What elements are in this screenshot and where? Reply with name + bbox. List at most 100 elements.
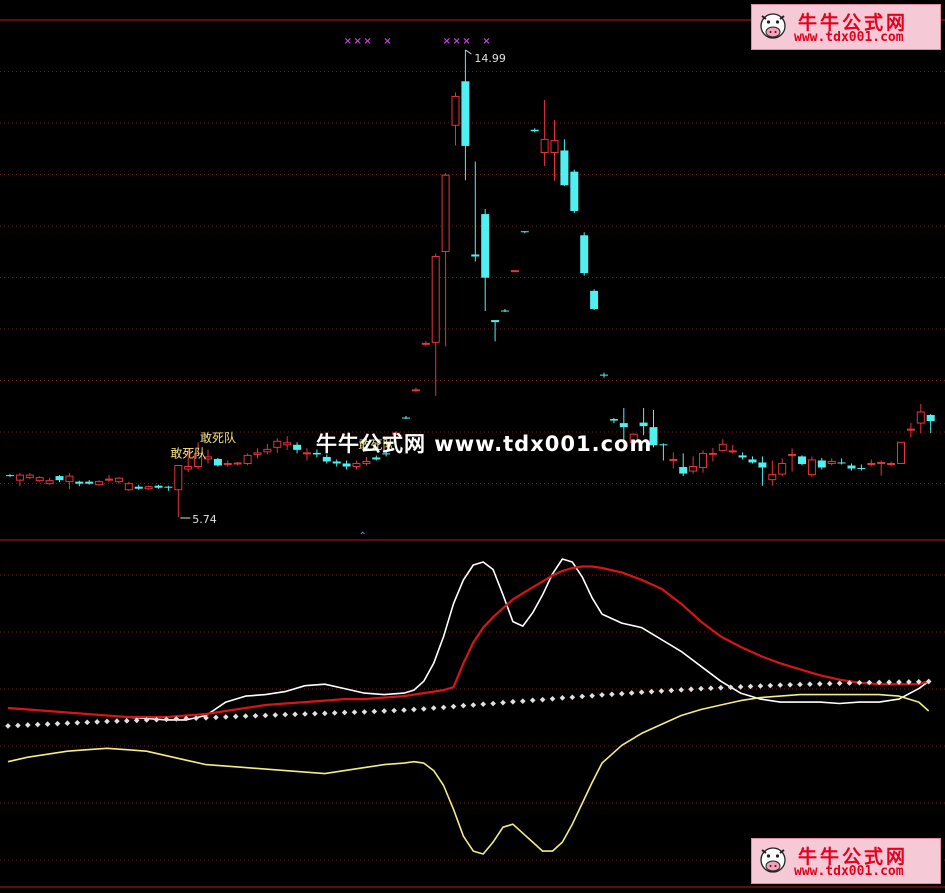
indicator-dot <box>351 709 358 716</box>
high-price-label: 14.99 <box>474 52 506 65</box>
candle-body <box>243 454 252 464</box>
candle-body <box>639 422 648 427</box>
candle <box>590 289 599 311</box>
candle <box>352 460 361 470</box>
candle-body <box>590 290 599 309</box>
indicator-dot <box>222 714 229 720</box>
top-marker: × <box>363 36 371 47</box>
candle-body <box>520 231 529 233</box>
candle-body <box>35 477 44 482</box>
indicator-dot <box>242 713 249 719</box>
candle-body <box>95 481 104 486</box>
indicator-dot <box>341 709 348 716</box>
candle-body <box>916 411 925 424</box>
indicator-dot <box>648 688 655 695</box>
candle-body <box>748 459 757 463</box>
candle-body <box>471 254 480 257</box>
candle <box>857 464 866 471</box>
candle-body <box>857 468 866 470</box>
indicator-dot <box>638 689 645 696</box>
candle-body <box>758 462 767 468</box>
candle <box>174 465 183 517</box>
candle-body <box>788 453 797 456</box>
candle-body <box>154 485 163 488</box>
candle <box>243 453 252 466</box>
candle-body <box>580 235 589 274</box>
candle-body <box>530 129 539 132</box>
indicator-dot <box>282 711 289 718</box>
indicator-dot <box>420 706 427 712</box>
indicator-dot <box>213 714 219 721</box>
indicator-dot <box>123 718 130 724</box>
candle-body <box>817 460 826 468</box>
indicator-dot <box>411 706 417 713</box>
candle <box>817 457 826 470</box>
candle-body <box>55 476 64 481</box>
candle <box>441 173 450 347</box>
candle-body <box>847 465 856 469</box>
candle <box>560 139 569 186</box>
stock-chart-stage: 14.99 5.74 敢死队 敢死队 敢死队 × × × × × × × × ⌃ 牛牛公式网 www.td… <box>0 0 945 889</box>
watermark-text: 牛牛公式网 www.tdx001.com <box>316 432 653 456</box>
high-label-arrow <box>465 49 472 55</box>
candle-body <box>887 462 896 465</box>
indicator-dot <box>618 690 625 697</box>
indicator-dot <box>104 718 110 725</box>
indicator-dot <box>519 698 526 704</box>
indicator-dot <box>510 698 516 705</box>
indicator-dot <box>460 702 467 709</box>
candle <box>35 476 44 482</box>
candle <box>303 448 311 461</box>
top-marker: × <box>462 36 470 47</box>
candle-body <box>798 456 806 464</box>
candle <box>144 485 153 490</box>
candle <box>887 461 896 467</box>
candle-body <box>609 419 618 421</box>
candle <box>293 442 302 454</box>
watermark-logo-top: 牛牛公式网 www.tdx001.com <box>751 4 941 50</box>
candle-body <box>25 474 34 479</box>
indicator-dot <box>777 682 784 688</box>
candle <box>788 448 797 472</box>
candle <box>798 455 806 466</box>
candle <box>263 443 272 455</box>
candle-body <box>510 270 519 273</box>
candle <box>55 475 64 483</box>
candle <box>6 474 14 478</box>
candle-body <box>738 455 747 458</box>
indicator-dot <box>688 686 694 693</box>
top-marker: × <box>344 36 352 47</box>
candle-body <box>362 460 371 464</box>
candle <box>807 456 816 478</box>
indicator-dot <box>312 710 318 717</box>
candle-body <box>501 310 509 312</box>
candle-body <box>164 486 173 488</box>
candle <box>25 473 34 480</box>
candle <box>679 453 688 477</box>
candle-body <box>6 475 14 477</box>
candle <box>738 452 747 460</box>
candle <box>491 320 500 342</box>
indicator-line-red <box>7 565 930 719</box>
candle-body <box>827 460 836 464</box>
candle <box>332 459 341 467</box>
candle-body <box>491 320 500 323</box>
indicator-dot <box>668 687 675 694</box>
indicator-dot <box>797 681 803 688</box>
signal-label: 敢死队 <box>200 430 236 445</box>
bottom-marker: ⌃ <box>359 531 367 542</box>
candle-body <box>303 452 311 455</box>
indicator-dot <box>302 711 308 717</box>
indicator-dot <box>826 680 833 687</box>
candle <box>659 443 668 461</box>
candle-body <box>669 458 678 461</box>
candle-body <box>233 462 242 465</box>
indicator-dot <box>450 703 457 710</box>
candle <box>580 232 589 276</box>
indicator-dot <box>747 683 754 690</box>
candle-body <box>402 417 410 419</box>
candle <box>233 461 242 466</box>
candle <box>669 452 678 469</box>
indicator-dot <box>717 684 724 691</box>
candle <box>65 473 74 490</box>
